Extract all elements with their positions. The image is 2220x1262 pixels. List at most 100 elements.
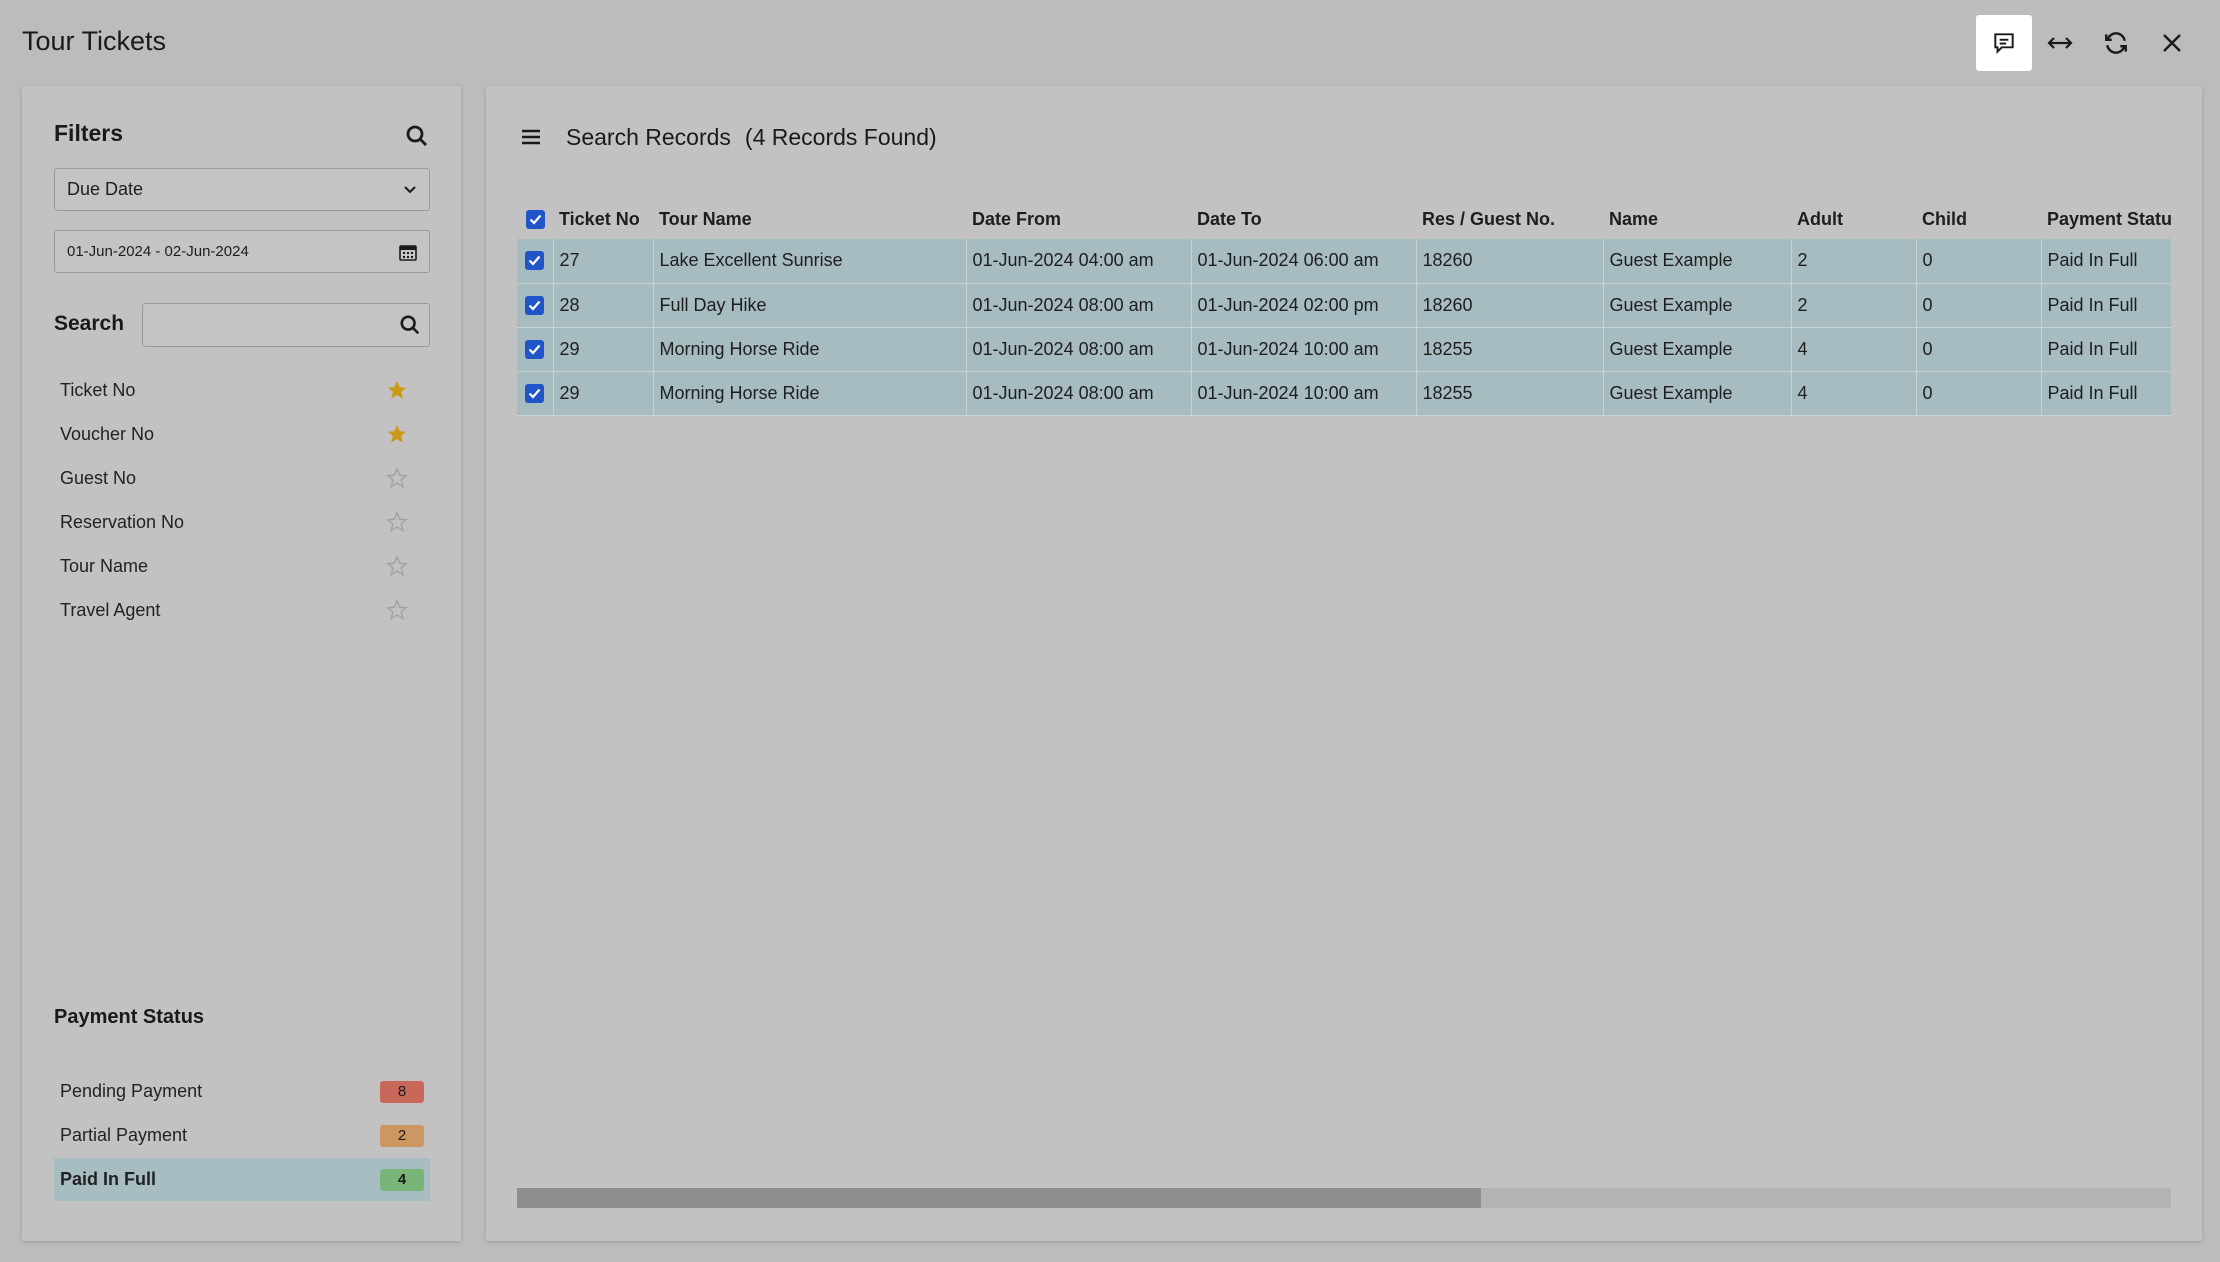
column-header-res-guest-no[interactable]: Res / Guest No. (1416, 199, 1603, 239)
column-header-ticket-no[interactable]: Ticket No (553, 199, 653, 239)
records-count: (4 Records Found) (744, 124, 937, 150)
row-checkbox[interactable] (525, 383, 545, 403)
cell-adult: 2 (1791, 283, 1917, 328)
expand-horizontal-icon (2047, 37, 2073, 49)
column-header-date-from[interactable]: Date From (966, 199, 1191, 239)
cell-date-to: 01-Jun-2024 10:00 am (1191, 371, 1417, 416)
row-checkbox[interactable] (525, 295, 545, 315)
star-outline-icon[interactable] (386, 555, 408, 577)
app-title: Tour Tickets (22, 26, 167, 56)
cell-name: Guest Example (1603, 371, 1792, 416)
cell-child: 0 (1916, 283, 2042, 328)
cell-date-to: 01-Jun-2024 06:00 am (1191, 239, 1417, 284)
cell-name: Guest Example (1603, 239, 1792, 284)
cell-res-guest-no: 18255 (1416, 327, 1604, 372)
cell-ticket-no: 29 (553, 371, 654, 416)
row-select-cell (517, 371, 554, 416)
cell-date-from: 01-Jun-2024 08:00 am (966, 283, 1192, 328)
row-select-cell (517, 239, 554, 284)
table-row[interactable]: 28 Full Day Hike 01-Jun-2024 08:00 am 01… (517, 283, 2171, 328)
column-header-tour-name[interactable]: Tour Name (653, 199, 966, 239)
window-controls (1976, 15, 2200, 71)
cell-adult: 2 (1791, 239, 1917, 284)
date-type-select[interactable]: Due Date (54, 168, 430, 211)
cell-name: Guest Example (1603, 283, 1792, 328)
cell-date-to: 01-Jun-2024 02:00 pm (1191, 283, 1417, 328)
search-icon[interactable] (405, 124, 429, 148)
calendar-icon[interactable] (399, 243, 417, 261)
column-header-payment-status[interactable]: Payment Status (2041, 199, 2171, 239)
table-row[interactable]: 27 Lake Excellent Sunrise 01-Jun-2024 04… (517, 239, 2171, 284)
field-item-label: Ticket No (60, 379, 136, 400)
horizontal-scrollbar[interactable] (517, 1188, 2171, 1208)
expand-button[interactable] (2032, 15, 2088, 71)
star-outline-icon[interactable] (386, 511, 408, 533)
payment-status-pending[interactable]: Pending Payment 8 (54, 1070, 430, 1113)
refresh-button[interactable] (2088, 15, 2144, 71)
star-outline-icon[interactable] (386, 467, 408, 489)
column-header-adult[interactable]: Adult (1791, 199, 1916, 239)
field-item-label: Voucher No (60, 423, 155, 444)
payment-status-label: Pending Payment (60, 1081, 203, 1101)
field-item-ticket-no[interactable]: Ticket No (54, 368, 430, 412)
column-header-child[interactable]: Child (1916, 199, 2041, 239)
cell-tour-name: Morning Horse Ride (653, 371, 967, 416)
cell-child: 0 (1916, 239, 2042, 284)
select-all-header (517, 199, 553, 239)
count-badge: 8 (380, 1080, 424, 1103)
field-item-guest-no[interactable]: Guest No (54, 456, 430, 500)
select-all-checkbox[interactable] (525, 209, 545, 229)
row-checkbox[interactable] (525, 339, 545, 359)
star-outline-icon[interactable] (386, 599, 408, 621)
cell-payment-status: Paid In Full (2041, 283, 2171, 328)
payment-status-paid[interactable]: Paid In Full 4 (54, 1158, 430, 1201)
count-badge: 2 (380, 1124, 424, 1147)
field-item-label: Reservation No (60, 511, 185, 532)
search-input[interactable] (143, 304, 383, 346)
close-button[interactable] (2144, 15, 2200, 71)
check-icon (528, 300, 541, 311)
date-range-field[interactable]: 01-Jun-2024 - 02-Jun-2024 (54, 230, 430, 273)
search-field (142, 303, 430, 347)
table-row[interactable]: 29 Morning Horse Ride 01-Jun-2024 08:00 … (517, 327, 2171, 372)
cell-child: 0 (1916, 371, 2042, 416)
chevron-down-icon (404, 185, 416, 193)
scrollbar-thumb[interactable] (517, 1188, 1481, 1208)
filters-panel: Filters Due Date 01-Jun-2024 - 02-Jun-20… (22, 86, 461, 1241)
field-item-label: Travel Agent (60, 599, 161, 620)
comment-icon (1994, 33, 2014, 55)
cell-res-guest-no: 18260 (1416, 283, 1604, 328)
field-item-voucher-no[interactable]: Voucher No (54, 412, 430, 456)
close-icon (2163, 34, 2181, 52)
hamburger-menu-icon[interactable] (521, 128, 541, 146)
field-item-travel-agent[interactable]: Travel Agent (54, 588, 430, 632)
payment-status-title: Payment Status (54, 1006, 205, 1028)
payment-status-partial[interactable]: Partial Payment 2 (54, 1114, 430, 1157)
star-filled-icon[interactable] (386, 423, 408, 445)
column-header-name[interactable]: Name (1603, 199, 1791, 239)
payment-status-label: Paid In Full (60, 1169, 157, 1189)
search-label: Search (54, 312, 125, 335)
cell-payment-status: Paid In Full (2041, 239, 2171, 284)
column-header-date-to[interactable]: Date To (1191, 199, 1416, 239)
cell-date-from: 01-Jun-2024 04:00 am (966, 239, 1192, 284)
comment-button[interactable] (1976, 15, 2032, 71)
search-icon[interactable] (399, 314, 421, 336)
field-item-tour-name[interactable]: Tour Name (54, 544, 430, 588)
payment-status-list: Pending Payment 8 Partial Payment 2 Paid… (54, 1070, 430, 1202)
field-item-label: Guest No (60, 467, 137, 488)
cell-tour-name: Full Day Hike (653, 283, 967, 328)
cell-res-guest-no: 18260 (1416, 239, 1604, 284)
field-item-reservation-no[interactable]: Reservation No (54, 500, 430, 544)
table-header-row: Ticket No Tour Name Date From Date To Re… (517, 199, 2171, 239)
refresh-icon (2105, 32, 2127, 54)
check-icon (528, 344, 541, 355)
count-badge: 4 (380, 1168, 424, 1191)
cell-res-guest-no: 18255 (1416, 371, 1604, 416)
records-table-container: Ticket No Tour Name Date From Date To Re… (517, 199, 2171, 416)
row-checkbox[interactable] (525, 251, 545, 271)
cell-payment-status: Paid In Full (2041, 371, 2171, 416)
star-filled-icon[interactable] (386, 379, 408, 401)
table-row[interactable]: 29 Morning Horse Ride 01-Jun-2024 08:00 … (517, 371, 2171, 416)
cell-payment-status: Paid In Full (2041, 327, 2171, 372)
